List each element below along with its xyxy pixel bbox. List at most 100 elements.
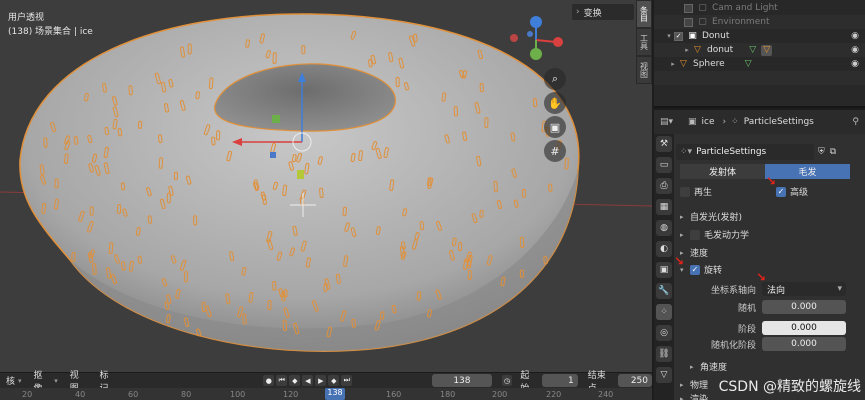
fake-user-shield-icon[interactable]: ⛨ — [818, 147, 825, 157]
transform-panel-header[interactable]: › 变换 — [572, 4, 634, 20]
jump-end-icon[interactable]: ⏭ — [341, 375, 353, 386]
chevron-right-icon: › — [722, 117, 727, 127]
phase-field[interactable]: 0.000 — [762, 321, 846, 335]
hair-dynamics-checkbox[interactable] — [690, 229, 700, 240]
exclude-checkbox[interactable]: ✓ — [674, 31, 683, 41]
view-mode-label: 用户透视 — [8, 13, 45, 23]
section-velocity[interactable]: ▸ 速度 — [676, 246, 865, 260]
camera-icon[interactable]: ▣ — [544, 116, 566, 138]
timeline-ruler[interactable]: 20 40 60 80 100 120 160 180 200 220 240 … — [0, 388, 652, 400]
regrow-checkbox[interactable] — [680, 186, 690, 197]
duplicate-icon[interactable]: ⧉ — [830, 147, 836, 157]
random-field[interactable]: 0.000 — [762, 300, 846, 314]
constraints-tab-icon[interactable]: ⛓ — [656, 346, 672, 362]
editor-type-icon[interactable]: ▤▾ — [660, 117, 673, 127]
tab-view[interactable]: 视图 — [636, 56, 652, 84]
tab-item[interactable]: 条目 — [636, 0, 652, 28]
chevron-right-icon[interactable]: ▸ — [668, 60, 678, 68]
chevron-right-icon[interactable]: ▸ — [682, 46, 692, 54]
tick: 100 — [230, 390, 246, 399]
particle-settings-datablock[interactable]: ⁘▾ ParticleSettings — [676, 144, 814, 160]
end-frame-field[interactable]: 250 — [618, 374, 652, 387]
3d-viewport[interactable]: 用户透视 (138) 场景集合 | ice › 变换 ⌕ ✋ ▣ # 条目 工具… — [0, 0, 652, 372]
random-phase-field[interactable]: 0.000 — [762, 337, 846, 351]
clock-icon[interactable]: ◷ — [501, 375, 513, 386]
section-label: 毛发动力学 — [704, 231, 750, 241]
world-tab-icon[interactable]: ◐ — [656, 241, 672, 257]
outliner-row-donut[interactable]: ▸ ▽ donut ▽ ▽ ◉ — [654, 43, 865, 57]
section-label: 旋转 — [704, 266, 723, 276]
outliner-label: Sphere — [693, 59, 725, 69]
chevron-down-icon[interactable]: ▾ — [664, 32, 674, 40]
pin-icon[interactable]: ⚲ — [852, 117, 859, 127]
tick: 20 — [22, 390, 33, 399]
datablock-name: ParticleSettings — [696, 147, 767, 157]
annotation-arrow: ↘ — [676, 254, 685, 268]
outliner-label: Cam and Light — [712, 3, 778, 13]
record-icon[interactable]: ● — [263, 375, 275, 386]
collection-icon: ▢ — [698, 17, 707, 27]
next-keyframe-icon[interactable]: ◆ — [328, 375, 340, 386]
menu-1[interactable]: 核 ▾ — [0, 373, 28, 388]
eye-icon[interactable]: ◉ — [851, 59, 859, 69]
outliner-row-cam-and-light[interactable]: ▢ Cam and Light — [654, 1, 865, 15]
section-emission[interactable]: ▸ 自发光(发射) — [676, 210, 865, 224]
tool-tab-icon[interactable]: ⚒ — [656, 136, 672, 152]
section-label: 物理 — [690, 381, 709, 391]
prev-keyframe-icon[interactable]: ◆ — [289, 375, 301, 386]
marker-menu[interactable]: 标记 — [94, 371, 124, 394]
chevron-right-icon: ▸ — [690, 362, 694, 371]
advanced-label: 高级 — [790, 188, 809, 198]
orientation-axis-select[interactable]: 法向 ▾ — [762, 282, 846, 296]
annotation-arrow: ↘ — [766, 174, 777, 188]
section-label: 角速度 — [700, 363, 728, 373]
start-frame-field[interactable]: 1 — [542, 374, 578, 387]
hair-tab[interactable]: 毛发 — [765, 164, 850, 179]
current-frame-field[interactable]: 138 — [432, 374, 492, 387]
render-tab-icon[interactable]: ▭ — [656, 157, 672, 173]
properties-tabs: ⚒ ▭ ⎙ ▦ ◍ ◐ ▣ 🔧 ⁘ ◎ ⛓ ▽ — [654, 134, 674, 400]
emitter-tab[interactable]: 发射体 — [680, 164, 765, 179]
section-hair-dynamics[interactable]: ▸ 毛发动力学 — [676, 228, 865, 241]
particles-tab-icon[interactable]: ⁘ — [656, 304, 672, 320]
outliner-row-sphere[interactable]: ▸ ▽ Sphere ▽ ◉ — [654, 57, 865, 71]
advanced-checkbox[interactable]: ✓ — [776, 186, 787, 197]
mesh-object-icon: ▽ — [680, 59, 687, 69]
section-rotation[interactable]: ▾ ✓ 旋转 — [676, 263, 865, 276]
zoom-icon[interactable]: ⌕ — [544, 68, 566, 90]
keying-menu[interactable]: 抠像▾ — [28, 371, 64, 394]
object-tab-icon[interactable]: ▣ — [656, 262, 672, 278]
outliner-row-environment[interactable]: ▢ Environment — [654, 15, 865, 29]
eye-icon[interactable]: ◉ — [851, 31, 859, 41]
modifier-tab-icon[interactable]: 🔧 — [656, 283, 672, 299]
tick: 60 — [128, 390, 139, 399]
tick: 40 — [75, 390, 86, 399]
physics-tab-icon[interactable]: ◎ — [656, 325, 672, 341]
exclude-checkbox[interactable] — [684, 17, 693, 27]
section-angular-velocity[interactable]: ▸ 角速度 — [676, 360, 865, 374]
pan-hand-icon[interactable]: ✋ — [544, 92, 566, 114]
view-layer-tab-icon[interactable]: ▦ — [656, 199, 672, 215]
data-tab-icon[interactable]: ▽ — [656, 367, 672, 383]
eye-icon[interactable]: ◉ — [851, 45, 859, 55]
grid-icon[interactable]: # — [544, 140, 566, 162]
n-panel-tabs: 条目 工具 视图 — [636, 0, 652, 90]
donut-scene — [0, 13, 652, 352]
view-menu[interactable]: 视图 — [64, 371, 94, 394]
tick: 80 — [181, 390, 192, 399]
exclude-checkbox[interactable] — [684, 3, 693, 13]
chevron-right-icon: ▸ — [680, 212, 684, 221]
playhead[interactable]: 138 — [325, 388, 345, 400]
scene-tab-icon[interactable]: ◍ — [656, 220, 672, 236]
regrow-label: 再生 — [694, 188, 713, 198]
timeline-header: 核▾ 抠像▾ 视图 标记 ● ⏮ ◆ ◀ ▶ ◆ ⏭ 138 ◷ 起始 1 结束… — [0, 371, 652, 394]
jump-start-icon[interactable]: ⏮ — [276, 375, 288, 386]
play-icon[interactable]: ▶ — [315, 375, 327, 386]
rotation-checkbox[interactable]: ✓ — [690, 264, 700, 275]
collection-icon: ▢ — [698, 3, 707, 13]
play-reverse-icon[interactable]: ◀ — [302, 375, 314, 386]
outliner-row-donut-collection[interactable]: ▾ ✓ ▣ Donut ◉ — [654, 29, 865, 43]
output-tab-icon[interactable]: ⎙ — [656, 178, 672, 194]
tick: 180 — [440, 390, 456, 399]
tab-tool[interactable]: 工具 — [636, 28, 652, 56]
